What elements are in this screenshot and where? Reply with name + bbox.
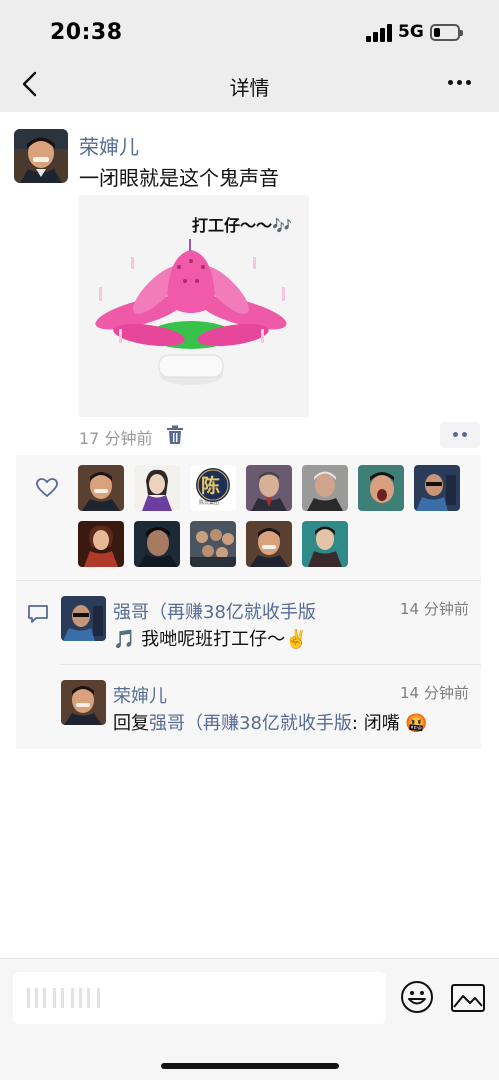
like-avatar[interactable] [302, 521, 348, 567]
reply-target[interactable]: 强哥（再赚38亿就收手版 [149, 713, 352, 734]
comment-author[interactable]: 荣婶儿 [113, 682, 167, 708]
comment-avatar[interactable] [61, 680, 106, 725]
input-placeholder-blur [27, 988, 102, 1010]
status-time: 20:38 [50, 20, 123, 45]
heart-icon [36, 478, 58, 498]
reply-text: : 闭嘴 🤬 [351, 713, 428, 734]
image-icon[interactable] [450, 983, 486, 1013]
home-indicator [161, 1063, 339, 1069]
comment-time: 14 分钟前 [400, 684, 469, 702]
comment-text: 🎵 我哋呢班打工仔～✌️ [113, 629, 308, 650]
signal-icon [366, 24, 392, 42]
like-avatar[interactable] [302, 465, 348, 511]
comment-time: 14 分钟前 [400, 600, 469, 618]
like-avatar[interactable] [246, 521, 292, 567]
page-title: 详情 [229, 76, 270, 100]
like-avatar[interactable] [246, 465, 292, 511]
reply-prefix: 回复 [113, 713, 149, 734]
like-avatar-label: 陈 [201, 475, 221, 497]
like-avatar[interactable] [358, 465, 404, 511]
comment-text: 回复强哥（再赚38亿就收手版: 闭嘴 🤬 [113, 709, 428, 735]
comment-author[interactable]: 强哥（再赚38亿就收手版 [113, 598, 316, 624]
trash-icon[interactable] [166, 425, 184, 445]
network-label: 5G [398, 22, 424, 42]
comment-avatar[interactable] [61, 596, 106, 641]
like-avatar[interactable] [78, 465, 124, 511]
more-icon[interactable] [446, 78, 474, 88]
emoji-icon[interactable] [400, 980, 434, 1014]
action-button[interactable] [440, 422, 480, 448]
battery-icon [430, 24, 463, 41]
like-avatar-sublabel: 陈氏集团 [199, 500, 220, 506]
post-text: 一闭眼就是这个鬼声音 [79, 166, 279, 190]
comment-icon [28, 605, 48, 623]
divider [60, 664, 481, 665]
like-avatar[interactable] [134, 465, 180, 511]
like-avatar[interactable] [414, 465, 460, 511]
author-name[interactable]: 荣婶儿 [79, 131, 139, 160]
like-avatar[interactable] [78, 521, 124, 567]
image-caption: 打工仔～～🎶 [192, 216, 292, 235]
like-avatar[interactable] [190, 521, 236, 567]
like-avatar[interactable] [134, 521, 180, 567]
author-avatar[interactable] [14, 129, 68, 183]
post-time: 17 分钟前 [79, 429, 153, 448]
divider [16, 580, 481, 581]
